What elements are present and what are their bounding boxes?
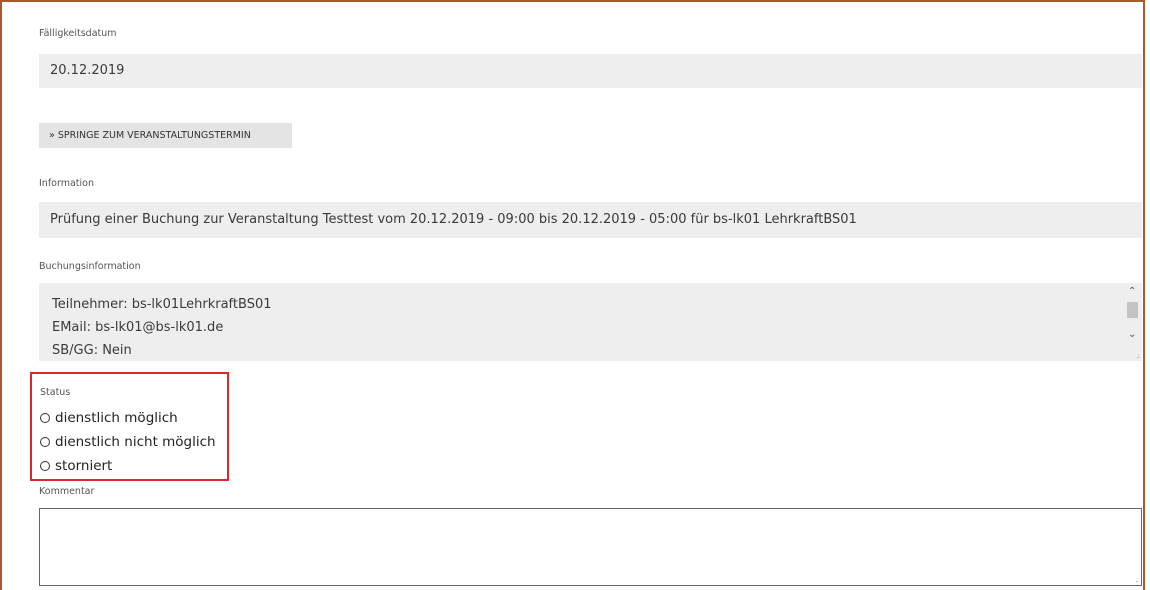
status-label: Status: [40, 387, 71, 398]
information-label: Information: [39, 178, 94, 189]
due-date-label: Fälligkeitsdatum: [39, 28, 117, 39]
scroll-thumb[interactable]: [1127, 302, 1138, 318]
status-option-label: dienstlich möglich: [55, 410, 178, 426]
due-date-field: 20.12.2019: [39, 54, 1142, 88]
status-group: Status dienstlich möglich dienstlich nic…: [30, 372, 229, 481]
booking-info-line: Teilnehmer: bs-lk01LehrkraftBS01: [52, 297, 272, 312]
information-value: Prüfung einer Buchung zur Veranstaltung …: [50, 212, 857, 227]
booking-info-line: EMail: bs-lk01@bs-lk01.de: [52, 320, 224, 335]
radio-button[interactable]: [40, 437, 50, 447]
status-option-possible[interactable]: dienstlich möglich: [40, 410, 178, 426]
status-option-label: dienstlich nicht möglich: [55, 434, 216, 450]
resize-grip-icon[interactable]: .:: [1135, 576, 1138, 584]
status-option-not-possible[interactable]: dienstlich nicht möglich: [40, 434, 216, 450]
comment-textarea[interactable]: .:: [39, 508, 1142, 586]
booking-info-label: Buchungsinformation: [39, 261, 141, 272]
booking-info-scrollbar[interactable]: ⌃ ⌄: [1124, 283, 1142, 361]
comment-label: Kommentar: [39, 486, 95, 497]
scroll-down-icon[interactable]: ⌄: [1128, 329, 1136, 340]
status-option-label: storniert: [55, 458, 113, 474]
resize-grip-icon[interactable]: .:: [1136, 352, 1139, 360]
form-frame: Fälligkeitsdatum 20.12.2019 » SPRINGE ZU…: [0, 0, 1145, 590]
radio-button[interactable]: [40, 413, 50, 423]
scroll-up-icon[interactable]: ⌃: [1128, 286, 1136, 297]
due-date-value: 20.12.2019: [50, 63, 125, 78]
booking-info-line: SB/GG: Nein: [52, 343, 132, 358]
radio-button[interactable]: [40, 461, 50, 471]
status-option-cancelled[interactable]: storniert: [40, 458, 112, 474]
information-field: Prüfung einer Buchung zur Veranstaltung …: [39, 202, 1142, 238]
booking-info-lines: Teilnehmer: bs-lk01LehrkraftBS01 EMail: …: [52, 293, 271, 361]
jump-to-event-button[interactable]: » SPRINGE ZUM VERANSTALTUNGSTERMIN: [39, 123, 292, 148]
booking-info-textarea[interactable]: Teilnehmer: bs-lk01LehrkraftBS01 EMail: …: [39, 283, 1142, 361]
